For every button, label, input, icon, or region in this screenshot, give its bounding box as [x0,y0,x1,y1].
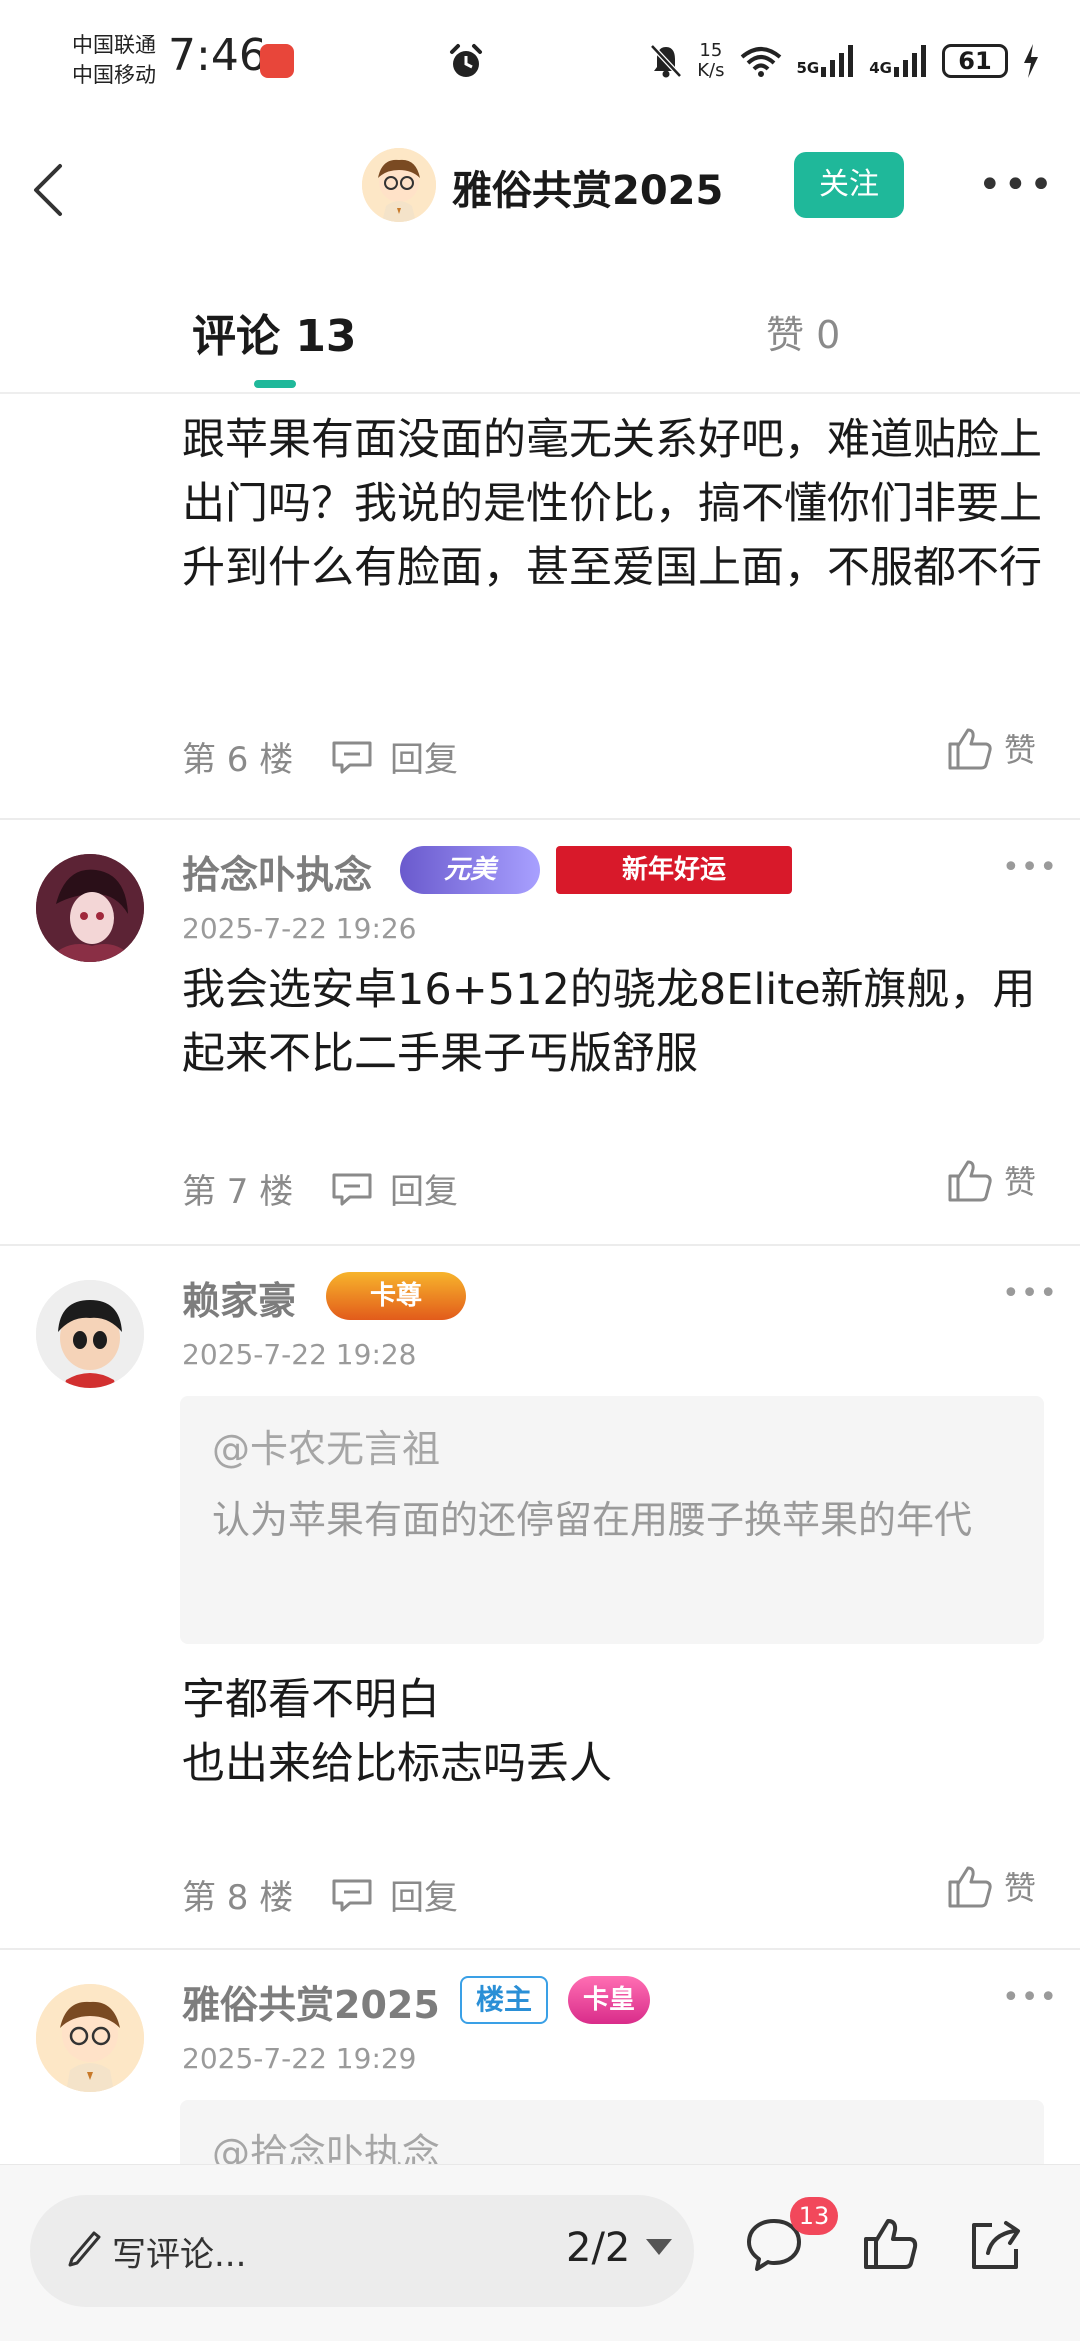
follow-button[interactable]: 关注 [794,152,904,218]
comment-feed[interactable]: 跟苹果有面没面的毫无关系好吧，难道贴脸上出门吗？我说的是性价比，搞不懂你们非要上… [0,394,1080,2164]
alarm-icon [450,44,482,77]
app-notification-icon [260,44,294,78]
quoted-comment[interactable]: @卡农无言祖 认为苹果有面的还停留在用腰子换苹果的年代 [180,1396,1044,1644]
thumbs-up-icon [948,1160,992,1202]
user-avatar[interactable] [36,854,144,962]
user-avatar[interactable] [36,1984,144,2092]
like-label: 赞 [1004,1869,1037,1907]
tab-likes[interactable]: 赞 0 [766,304,840,359]
username[interactable]: 拾念卟执念 [182,844,372,899]
like-label: 赞 [1004,1163,1037,1201]
status-icons: 15 K/s 5G 4G 61 [649,36,1040,86]
thread-author-name[interactable]: 雅俗共赏2025 [452,158,723,216]
username[interactable]: 雅俗共赏2025 [182,1974,440,2029]
quoted-user[interactable]: @卡农无言祖 [212,1418,440,1473]
reply-icon [332,1879,372,1911]
signal-5g: 5G [797,45,856,77]
carrier-info: 中国联通 中国移动 [72,30,156,90]
thumbs-up-icon[interactable] [862,2217,920,2271]
reply-label: 回复 [390,740,458,780]
carrier-1: 中国联通 [72,33,156,57]
page-indicator[interactable]: 2/2 [566,2225,630,2271]
like-button[interactable]: 赞 [946,724,1036,772]
carrier-2: 中国移动 [72,63,156,87]
net-speed-value: 15 [699,40,723,61]
like-button[interactable]: 赞 [946,1156,1036,1204]
tab-active-indicator [254,380,296,388]
comment-timestamp: 2025-7-22 19:28 [182,1338,417,1371]
floor-number: 第 8 楼 [182,1878,294,1918]
festival-badge: 新年好运 [556,846,792,894]
like-label: 赞 [1004,731,1037,769]
reply-label: 回复 [390,1172,458,1212]
avatar-illustration [36,1280,144,1388]
user-badge: 卡尊 [326,1272,466,1320]
pager-dropdown-icon[interactable] [646,2239,672,2255]
comment-body: 我会选安卓16+512的骁龙8Elite新旗舰，用起来不比二手果子丐版舒服 [182,965,1036,1079]
comment-more-icon[interactable]: ••• [1002,850,1058,885]
pen-icon [68,2231,101,2267]
composer-placeholder[interactable]: 写评论... [112,2227,246,2276]
comment-count-badge: 13 [790,2197,838,2235]
comment-body: 字都看不明白 也出来给比标志吗丢人 [182,1668,1052,1796]
reply-button[interactable]: 回复 [330,732,458,781]
signal-bars-icon [821,45,854,77]
signal-4g: 4G [869,45,928,77]
avatar-illustration [36,1984,144,2092]
comment-body-line: 也出来给比标志吗丢人 [182,1739,612,1789]
signal-bars-icon [894,45,926,77]
back-arrow-icon[interactable] [28,160,68,220]
charging-icon [1024,44,1038,78]
user-avatar[interactable] [36,1280,144,1388]
signal-4g-label: 4G [869,59,892,77]
status-time: 7:46 [168,30,267,81]
comment-composer[interactable]: 写评论... 2/2 [30,2195,694,2307]
mute-bell-icon [650,44,683,78]
thumbs-up-icon [948,728,992,770]
reply-label: 回复 [390,1878,458,1918]
thumbs-up-icon [948,1866,992,1908]
comment-timestamp: 2025-7-22 19:29 [182,2042,417,2075]
signal-5g-label: 5G [796,59,820,77]
share-icon[interactable] [966,2217,1026,2273]
reply-icon [332,741,372,773]
tab-comments[interactable]: 评论 13 [192,300,357,364]
reply-button[interactable]: 回复 [330,1164,458,1213]
avatar-illustration [362,148,436,222]
comment-more-icon[interactable]: ••• [1002,1276,1058,1311]
festival-badge-label: 新年好运 [621,855,726,885]
more-icon[interactable]: ••• [978,165,1055,205]
reply-icon [332,1173,372,1205]
status-bar: 中国联通 中国移动 7:46 15 K/s 5G 4G 61 [0,0,1080,120]
user-badge: 卡皇 [568,1976,650,2024]
comment-item: 赖家豪 卡尊 ••• 2025-7-22 19:28 @卡农无言祖 认为苹果有面… [0,1246,1080,1950]
quoted-text: 认为苹果有面的还停留在用腰子换苹果的年代 [212,1498,973,1542]
comment-item: 跟苹果有面没面的毫无关系好吧，难道贴脸上出门吗？我说的是性价比，搞不懂你们非要上… [0,394,1080,820]
comment-item: 雅俗共赏2025 楼主 卡皇 ••• 2025-7-22 19:29 @拾念卟执… [0,1950,1080,2164]
avatar-illustration [36,854,144,962]
comment-item: 拾念卟执念 元美 新年好运 ••• 2025-7-22 19:26 我会选安卓1… [0,820,1080,1246]
wifi-icon [740,47,781,77]
net-speed-unit: K/s [697,60,725,81]
comment-body-line: 字都看不明白 [182,1675,440,1725]
thread-header: 雅俗共赏2025 关注 ••• [0,130,1080,250]
user-badge: 元美 [400,846,540,894]
battery-indicator: 61 [942,44,1008,78]
op-badge: 楼主 [460,1976,548,2024]
quoted-user[interactable]: @拾念卟执念 [212,2122,440,2164]
tab-bar: 评论 13 赞 0 [0,280,1080,394]
floor-number: 第 7 楼 [182,1172,294,1212]
floor-number: 第 6 楼 [182,740,294,780]
comment-more-icon[interactable]: ••• [1002,1980,1058,2015]
like-button[interactable]: 赞 [946,1862,1036,1910]
bottom-action-bar: 写评论... 2/2 13 [0,2164,1080,2341]
quoted-comment[interactable]: @拾念卟执念 [180,2100,1044,2164]
reply-button[interactable]: 回复 [330,1870,458,1919]
comment-timestamp: 2025-7-22 19:26 [182,912,417,945]
net-speed: 15 K/s [697,41,724,81]
comment-body: 跟苹果有面没面的毫无关系好吧，难道贴脸上出门吗？我说的是性价比，搞不懂你们非要上… [182,415,1042,593]
author-avatar[interactable] [362,148,436,222]
username[interactable]: 赖家豪 [182,1270,296,1325]
